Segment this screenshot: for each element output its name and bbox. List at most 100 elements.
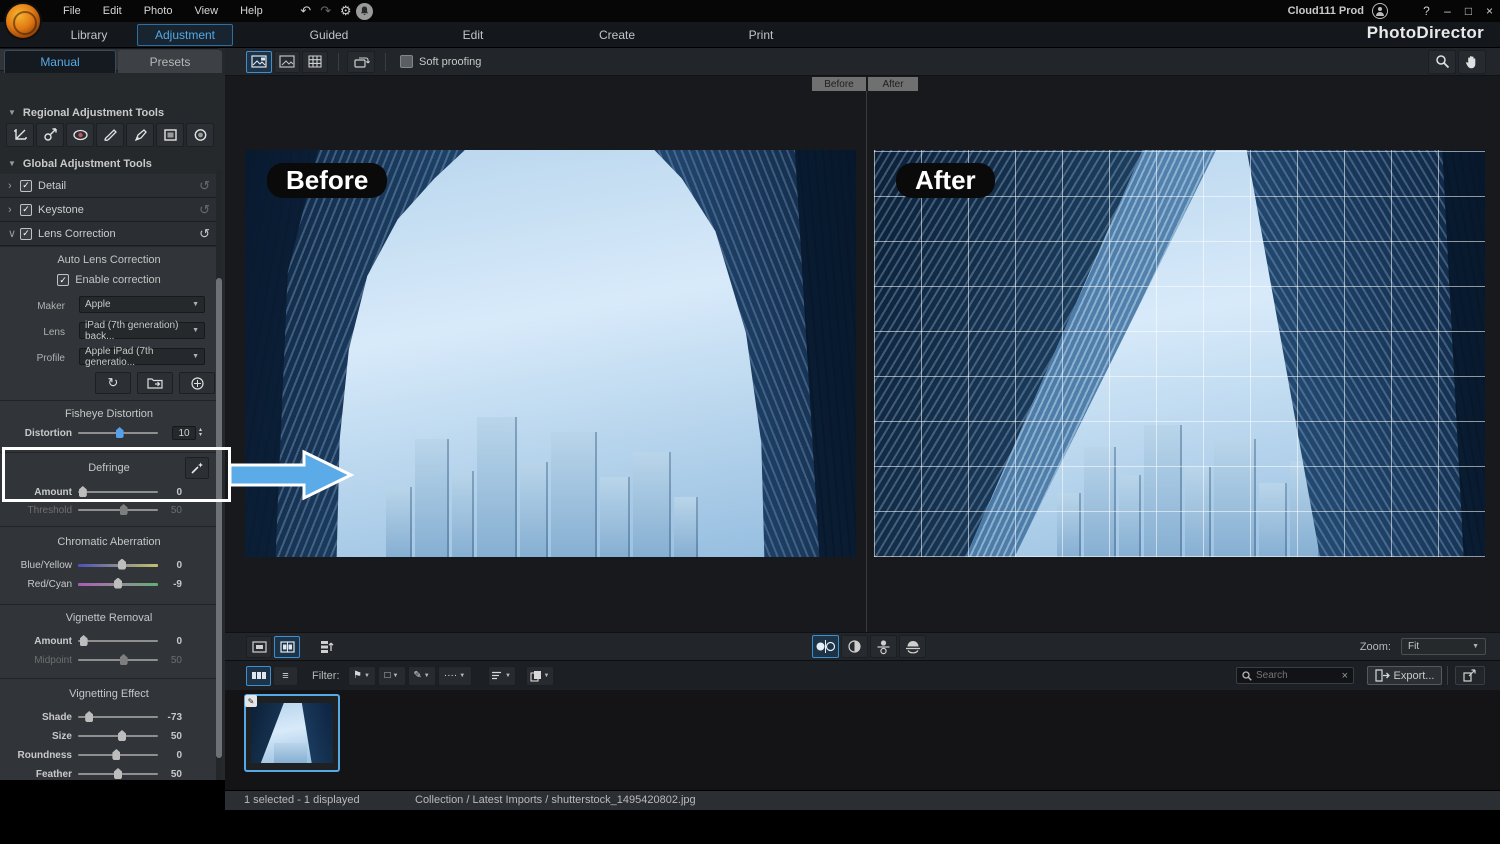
single-preview-icon[interactable] — [246, 636, 272, 658]
adjustment-brush2-tool-icon[interactable] — [126, 123, 154, 147]
search-input[interactable] — [1256, 670, 1342, 681]
tab-guided[interactable]: Guided — [281, 25, 377, 45]
section-lens-correction[interactable]: ∨ Lens Correction ↺ — [0, 222, 218, 246]
tab-edit[interactable]: Edit — [425, 25, 521, 45]
crop-straighten-tool-icon[interactable] — [6, 123, 34, 147]
lens-correction-checkbox[interactable] — [20, 228, 32, 240]
distortion-value[interactable]: 10 — [172, 426, 196, 440]
slider-handle[interactable] — [79, 486, 87, 497]
tab-library[interactable]: Library — [41, 25, 137, 45]
split-preview-icon[interactable] — [274, 636, 300, 658]
slider-handle[interactable] — [112, 749, 120, 760]
flag-filter-dropdown[interactable]: ⚑▼ — [348, 666, 376, 686]
slider-handle[interactable] — [118, 559, 126, 570]
thumbnail-view-icon[interactable] — [246, 666, 271, 686]
enable-correction-checkbox[interactable] — [57, 274, 69, 286]
rotate-canvas-icon[interactable] — [347, 51, 375, 73]
clear-search-icon[interactable]: × — [1342, 670, 1348, 682]
section-detail[interactable]: › Detail ↺ — [0, 174, 218, 198]
close-button[interactable]: × — [1479, 2, 1500, 20]
refresh-profiles-icon[interactable]: ↻ — [95, 372, 131, 394]
vr-amount-slider[interactable] — [78, 640, 158, 642]
share-icon[interactable] — [1455, 666, 1485, 685]
keystone-reset-icon[interactable]: ↺ — [199, 202, 210, 218]
red-cyan-slider[interactable] — [78, 583, 158, 586]
menu-help[interactable]: Help — [229, 5, 274, 17]
gradient-mask-tool-icon[interactable] — [156, 123, 184, 147]
zoom-dropdown[interactable]: Fit ▼ — [1401, 638, 1486, 655]
export-button[interactable]: Export... — [1367, 666, 1442, 685]
undo-icon[interactable]: ↶ — [296, 2, 316, 20]
after-tab[interactable]: After — [868, 77, 918, 91]
rating-filter-dropdown[interactable]: □▼ — [378, 666, 406, 686]
lens-correction-expand-icon[interactable]: ∨ — [8, 227, 20, 240]
user-account-icon[interactable] — [1372, 3, 1388, 19]
sort-dropdown[interactable]: ▼ — [488, 666, 516, 686]
blue-yellow-slider[interactable] — [78, 564, 158, 567]
global-tools-header[interactable]: ▼ Global Adjustment Tools — [0, 154, 218, 173]
section-keystone[interactable]: › Keystone ↺ — [0, 198, 218, 222]
keystone-checkbox[interactable] — [20, 204, 32, 216]
tab-adjustment[interactable]: Adjustment — [137, 24, 233, 46]
tab-print[interactable]: Print — [713, 25, 809, 45]
import-profile-folder-icon[interactable] — [137, 372, 173, 394]
shade-slider[interactable] — [78, 716, 158, 718]
settings-gear-icon[interactable]: ⚙ — [336, 2, 356, 20]
tab-presets[interactable]: Presets — [118, 50, 222, 73]
detail-reset-icon[interactable]: ↺ — [199, 178, 210, 194]
size-slider[interactable] — [78, 735, 158, 737]
sidebar-scrollbar-thumb[interactable] — [216, 278, 222, 758]
compare-split-lr-icon[interactable] — [841, 635, 868, 658]
distortion-slider-handle[interactable] — [116, 427, 124, 438]
lens-dropdown[interactable]: iPad (7th generation) back... ▼ — [79, 322, 205, 339]
detail-expand-icon[interactable]: › — [8, 180, 20, 192]
spot-removal-tool-icon[interactable] — [36, 123, 64, 147]
compare-top-bottom-icon[interactable] — [870, 635, 897, 658]
slider-handle[interactable] — [114, 578, 122, 589]
help-button[interactable]: ? — [1416, 2, 1437, 20]
slider-handle[interactable] — [118, 730, 126, 741]
menu-file[interactable]: File — [52, 5, 92, 17]
vr-midpoint-slider[interactable] — [78, 659, 158, 661]
stack-dropdown[interactable]: ▼ — [526, 666, 554, 686]
redo-icon[interactable]: ↷ — [316, 2, 336, 20]
slider-handle[interactable] — [120, 654, 128, 665]
global-collapse-icon[interactable]: ▼ — [8, 159, 16, 168]
defringe-wand-icon[interactable] — [185, 457, 209, 479]
slider-handle[interactable] — [80, 635, 88, 646]
compare-split-tb-icon[interactable] — [899, 635, 926, 658]
label-filter-dropdown[interactable]: ✎▼ — [408, 666, 436, 686]
hand-pan-tool-icon[interactable] — [1458, 50, 1486, 74]
menu-view[interactable]: View — [183, 5, 229, 17]
keystone-expand-icon[interactable]: › — [8, 204, 20, 216]
menu-photo[interactable]: Photo — [133, 5, 184, 17]
minimize-button[interactable]: – — [1437, 2, 1458, 20]
breadcrumb[interactable]: Collection / Latest Imports / shuttersto… — [415, 794, 696, 806]
photo-thumbnail[interactable]: ✎ — [244, 694, 340, 772]
adjustment-brush-tool-icon[interactable] — [96, 123, 124, 147]
tab-create[interactable]: Create — [569, 25, 665, 45]
maker-dropdown[interactable]: Apple ▼ — [79, 296, 205, 313]
defringe-threshold-slider[interactable] — [78, 509, 158, 511]
slider-handle[interactable] — [85, 711, 93, 722]
search-box[interactable]: × — [1236, 667, 1354, 684]
lens-correction-reset-icon[interactable]: ↺ — [199, 226, 210, 242]
zoom-tool-icon[interactable] — [1428, 50, 1456, 74]
roundness-slider[interactable] — [78, 754, 158, 756]
menu-edit[interactable]: Edit — [92, 5, 133, 17]
enable-correction-row[interactable]: Enable correction — [0, 274, 218, 286]
download-profiles-icon[interactable] — [179, 372, 215, 394]
regional-collapse-icon[interactable]: ▼ — [8, 108, 16, 117]
slider-handle[interactable] — [120, 504, 128, 515]
feather-slider[interactable] — [78, 773, 158, 775]
tab-manual[interactable]: Manual — [4, 50, 116, 73]
compare-divider[interactable] — [866, 91, 867, 632]
swap-before-after-icon[interactable] — [314, 636, 340, 658]
single-view-icon[interactable] — [274, 51, 300, 73]
list-view-icon[interactable]: ≡ — [273, 666, 298, 686]
soft-proofing-checkbox[interactable] — [400, 55, 413, 68]
more-filters-dropdown[interactable]: ····▼ — [438, 666, 472, 686]
slider-handle[interactable] — [114, 768, 122, 779]
distortion-slider[interactable] — [78, 432, 158, 434]
red-eye-tool-icon[interactable] — [66, 123, 94, 147]
